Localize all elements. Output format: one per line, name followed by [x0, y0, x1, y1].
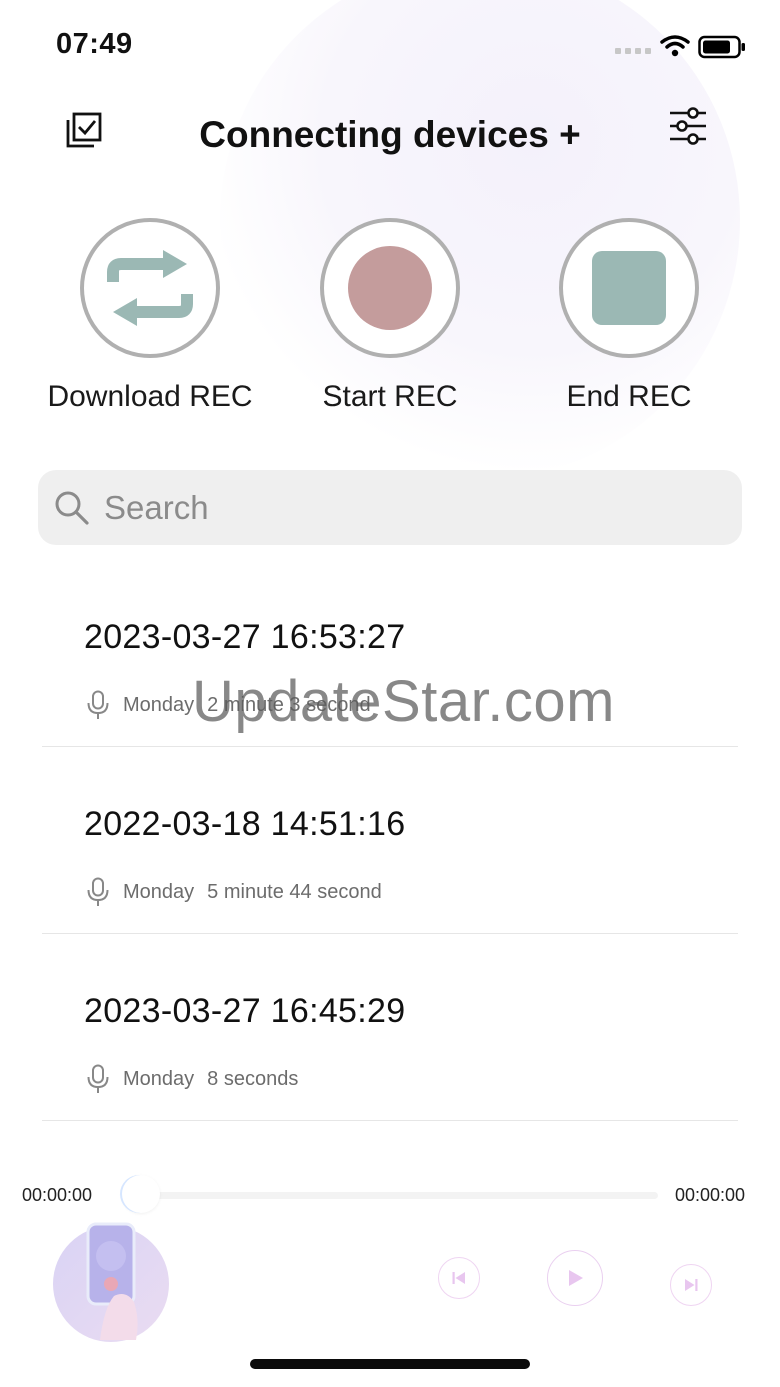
recordings-list: 2023-03-27 16:53:27 Monday 2 minute 3 se… [42, 560, 738, 1121]
end-rec-button[interactable]: End REC [499, 218, 759, 414]
recording-duration: 8 seconds [207, 1067, 299, 1090]
microphone-icon [87, 877, 109, 906]
progress-thumb[interactable] [122, 1175, 160, 1213]
stop-square-icon [592, 251, 666, 325]
recording-day: Monday [123, 1067, 195, 1090]
status-time: 07:49 [56, 28, 133, 60]
search-input[interactable] [102, 487, 706, 528]
recording-meta: Monday 8 seconds [86, 1064, 298, 1094]
home-indicator [250, 1359, 530, 1369]
next-icon [685, 1279, 698, 1291]
recording-duration: 2 minute 3 second [207, 693, 371, 716]
start-rec-circle[interactable] [320, 218, 460, 358]
cellular-signal-icon [615, 48, 651, 54]
play-button[interactable] [547, 1250, 603, 1306]
previous-button[interactable] [438, 1257, 480, 1299]
recording-day: Monday [123, 880, 195, 903]
download-rec-circle[interactable] [80, 218, 220, 358]
next-button[interactable] [670, 1264, 712, 1306]
device-avatar-icon[interactable] [52, 1222, 170, 1342]
wifi-icon [660, 35, 690, 57]
progress-track[interactable] [130, 1192, 658, 1199]
start-rec-label: Start REC [322, 380, 458, 413]
previous-icon [452, 1272, 465, 1284]
recording-day: Monday [123, 693, 195, 716]
search-icon [55, 491, 89, 525]
download-rec-label: Download REC [47, 380, 253, 413]
recording-duration: 5 minute 44 second [207, 880, 382, 903]
settings-sliders-icon[interactable] [666, 104, 710, 148]
search-bar[interactable] [38, 470, 742, 545]
end-rec-circle[interactable] [559, 218, 699, 358]
microphone-icon [87, 690, 109, 719]
sync-arrows-icon [107, 250, 193, 326]
total-time: 00:00:00 [675, 1185, 746, 1205]
page-title[interactable]: Connecting devices + [0, 114, 780, 156]
battery-icon [698, 35, 745, 59]
list-item[interactable]: 2023-03-27 16:45:29 Monday 8 seconds [42, 934, 738, 1121]
recording-meta: Monday 2 minute 3 second [86, 690, 371, 720]
download-rec-button[interactable]: Download REC [20, 218, 280, 414]
play-icon [569, 1270, 583, 1286]
current-time: 00:00:00 [22, 1185, 93, 1205]
recording-meta: Monday 5 minute 44 second [86, 877, 382, 907]
recording-timestamp: 2023-03-27 16:45:29 [84, 992, 406, 1030]
recording-timestamp: 2023-03-27 16:53:27 [84, 618, 406, 656]
recording-timestamp: 2022-03-18 14:51:16 [84, 805, 406, 843]
list-item[interactable]: 2023-03-27 16:53:27 Monday 2 minute 3 se… [42, 560, 738, 747]
microphone-icon [87, 1064, 109, 1093]
end-rec-label: End REC [566, 380, 692, 413]
record-dot-icon [348, 246, 432, 330]
list-item[interactable]: 2022-03-18 14:51:16 Monday 5 minute 44 s… [42, 747, 738, 934]
start-rec-button[interactable]: Start REC [260, 218, 520, 414]
